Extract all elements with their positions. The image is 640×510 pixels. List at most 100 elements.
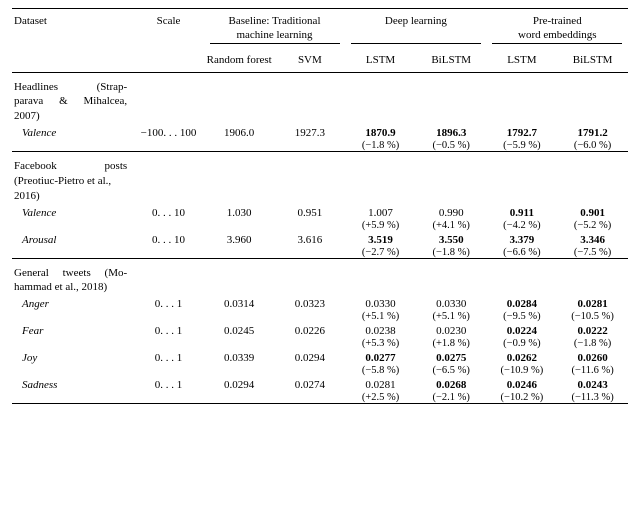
empty-cell xyxy=(133,139,204,151)
dataset-row: Facebook posts(Preotiuc-Pietro et al.,20… xyxy=(12,152,628,204)
rf-cell: 3.960 xyxy=(204,231,275,246)
metric-row: Valence0. . . 101.0300.9511.0070.9900.91… xyxy=(12,204,628,219)
dl-lstm-cell: 0.0281 xyxy=(345,376,416,391)
empty-cell xyxy=(204,139,275,151)
empty-cell xyxy=(12,391,133,403)
pt-bilstm-cell: 0.0222 xyxy=(557,322,628,337)
dl-bilstm-pct: (−0.5 %) xyxy=(416,139,487,151)
metric-pct-row: (+5.9 %)(+4.1 %)(−4.2 %)(−5.2 %) xyxy=(12,219,628,231)
dl-bilstm-cell: 0.0275 xyxy=(416,349,487,364)
hdr-svm: SVM xyxy=(275,50,346,73)
empty-cell xyxy=(275,310,346,322)
hdr-pt-bilstm: BiLSTM xyxy=(557,50,628,73)
hdr-pretrained: Pre-trained word embeddings xyxy=(487,9,628,50)
metric-row: Sadness0. . . 10.02940.02740.02810.02680… xyxy=(12,376,628,391)
metric-row: Arousal0. . . 103.9603.6163.5193.5503.37… xyxy=(12,231,628,246)
empty-cell xyxy=(204,258,275,295)
rf-cell: 0.0314 xyxy=(204,295,275,310)
hdr-dl-bilstm: BiLSTM xyxy=(416,50,487,73)
dl-bilstm-cell: 3.550 xyxy=(416,231,487,246)
pt-bilstm-pct: (−1.8 %) xyxy=(557,337,628,349)
empty-cell xyxy=(345,72,416,124)
dimension-label: Arousal xyxy=(12,231,133,246)
hdr-deep: Deep learning xyxy=(345,9,486,50)
empty-cell xyxy=(12,246,133,258)
empty-cell xyxy=(275,364,346,376)
svm-cell: 1927.3 xyxy=(275,124,346,139)
empty-cell xyxy=(133,219,204,231)
svm-cell: 0.0226 xyxy=(275,322,346,337)
pt-lstm-pct: (−6.6 %) xyxy=(487,246,558,258)
pt-lstm-pct: (−4.2 %) xyxy=(487,219,558,231)
empty-cell xyxy=(275,72,346,124)
empty-cell xyxy=(557,72,628,124)
empty-cell xyxy=(12,337,133,349)
empty-cell xyxy=(12,219,133,231)
dl-lstm-cell: 0.0238 xyxy=(345,322,416,337)
pt-bilstm-cell: 0.0281 xyxy=(557,295,628,310)
empty-cell xyxy=(133,337,204,349)
empty-cell xyxy=(12,310,133,322)
empty-cell xyxy=(133,310,204,322)
pt-bilstm-cell: 1791.2 xyxy=(557,124,628,139)
hdr-deep-l1: Deep learning xyxy=(385,15,447,29)
hdr-dataset: Dataset xyxy=(12,9,133,73)
scale-cell: 0. . . 10 xyxy=(133,231,204,246)
scale-cell: −100. . . 100 xyxy=(133,124,204,139)
dimension-label: Joy xyxy=(12,349,133,364)
empty-cell xyxy=(275,152,346,204)
empty-cell xyxy=(487,152,558,204)
dl-bilstm-cell: 0.990 xyxy=(416,204,487,219)
empty-cell xyxy=(204,152,275,204)
hdr-scale: Scale xyxy=(133,9,204,73)
dataset-row: General tweets (Mo-hammad et al., 2018) xyxy=(12,258,628,295)
dl-lstm-cell: 3.519 xyxy=(345,231,416,246)
hdr-pt-lstm: LSTM xyxy=(487,50,558,73)
metric-row: Anger0. . . 10.03140.03230.03300.03300.0… xyxy=(12,295,628,310)
empty-cell xyxy=(487,72,558,124)
pt-bilstm-pct: (−7.5 %) xyxy=(557,246,628,258)
empty-cell xyxy=(557,258,628,295)
dl-lstm-pct: (+5.9 %) xyxy=(345,219,416,231)
dataset-name: General tweets (Mo-hammad et al., 2018) xyxy=(12,258,133,295)
rf-cell: 0.0245 xyxy=(204,322,275,337)
empty-cell xyxy=(557,152,628,204)
empty-cell xyxy=(133,258,204,295)
empty-cell xyxy=(133,364,204,376)
pt-lstm-pct: (−5.9 %) xyxy=(487,139,558,151)
dl-lstm-cell: 0.0330 xyxy=(345,295,416,310)
dl-bilstm-cell: 0.0330 xyxy=(416,295,487,310)
dl-bilstm-pct: (+4.1 %) xyxy=(416,219,487,231)
dimension-label: Valence xyxy=(12,204,133,219)
dimension-label: Fear xyxy=(12,322,133,337)
table-body: Headlines (Strap-parava & Mihalcea,2007)… xyxy=(12,72,628,404)
dataset-name: Facebook posts(Preotiuc-Pietro et al.,20… xyxy=(12,152,133,204)
pt-bilstm-pct: (−11.3 %) xyxy=(557,391,628,403)
svm-cell: 3.616 xyxy=(275,231,346,246)
empty-cell xyxy=(204,246,275,258)
pt-bilstm-pct: (−11.6 %) xyxy=(557,364,628,376)
dl-bilstm-cell: 0.0268 xyxy=(416,376,487,391)
dl-lstm-pct: (+5.3 %) xyxy=(345,337,416,349)
scale-cell: 0. . . 1 xyxy=(133,295,204,310)
svm-cell: 0.0323 xyxy=(275,295,346,310)
hdr-baseline-l1: Baseline: Traditional xyxy=(229,15,321,29)
empty-cell xyxy=(133,391,204,403)
hdr-pretrained-l1: Pre-trained xyxy=(533,15,582,29)
metric-pct-row: (−5.8 %)(−6.5 %)(−10.9 %)(−11.6 %) xyxy=(12,364,628,376)
dl-bilstm-pct: (+1.8 %) xyxy=(416,337,487,349)
dl-bilstm-cell: 0.0230 xyxy=(416,322,487,337)
svm-cell: 0.0294 xyxy=(275,349,346,364)
empty-cell xyxy=(416,72,487,124)
rf-cell: 1906.0 xyxy=(204,124,275,139)
dl-lstm-cell: 1.007 xyxy=(345,204,416,219)
rule-icon xyxy=(351,43,481,44)
empty-cell xyxy=(204,391,275,403)
pt-lstm-cell: 0.911 xyxy=(487,204,558,219)
pt-bilstm-pct: (−6.0 %) xyxy=(557,139,628,151)
dl-bilstm-pct: (−1.8 %) xyxy=(416,246,487,258)
pt-lstm-cell: 3.379 xyxy=(487,231,558,246)
pt-lstm-pct: (−9.5 %) xyxy=(487,310,558,322)
dl-lstm-pct: (+2.5 %) xyxy=(345,391,416,403)
empty-cell xyxy=(133,72,204,124)
